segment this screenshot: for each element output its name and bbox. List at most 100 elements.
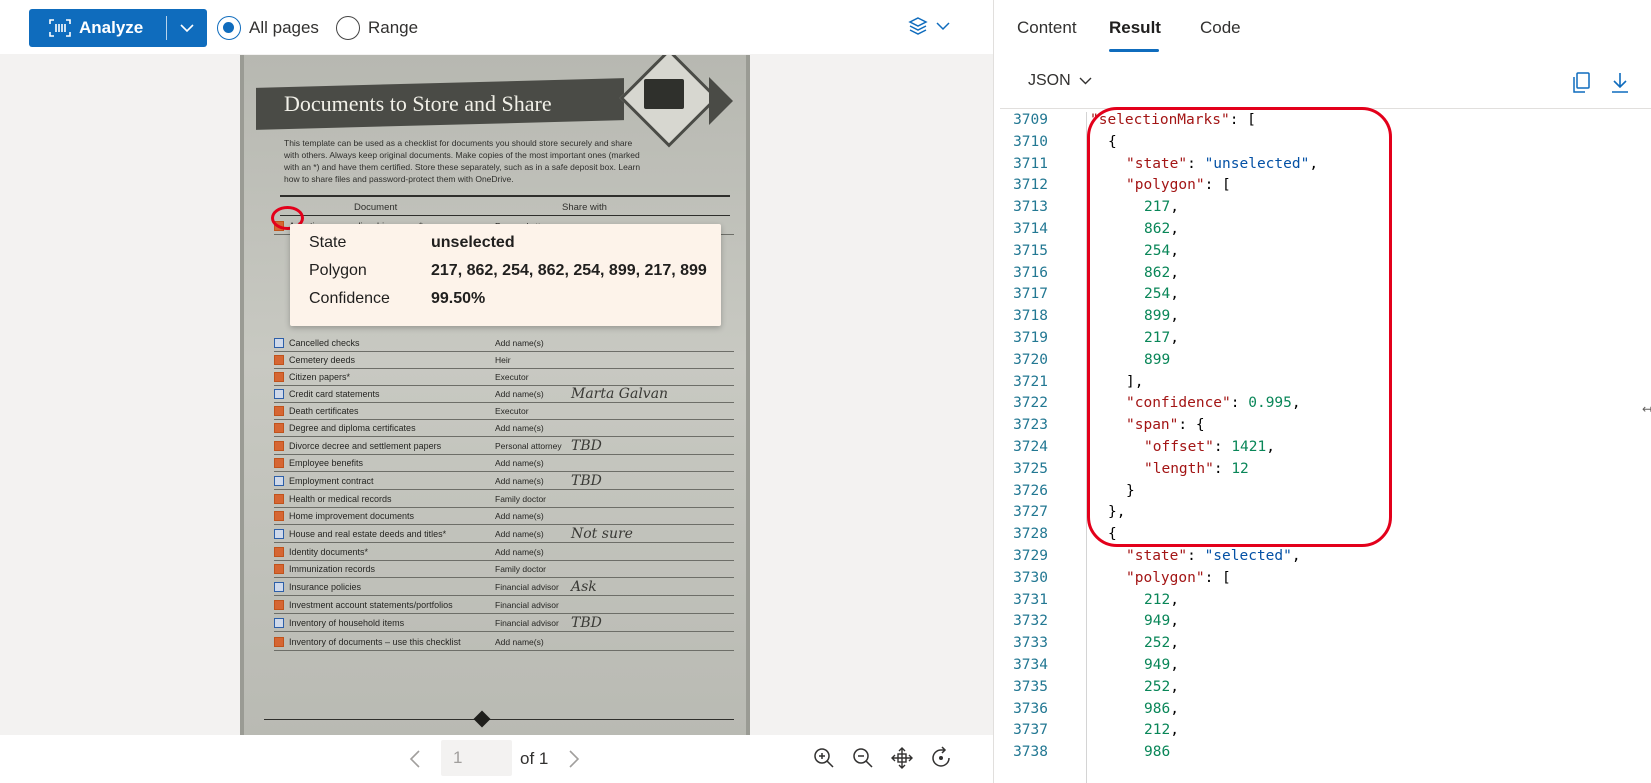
analyze-dropdown-button[interactable] [167, 9, 207, 47]
page-number-input[interactable]: 1 [441, 740, 512, 776]
line-number: 3729 [1013, 548, 1048, 564]
line-number: 3736 [1013, 700, 1048, 717]
code-token: , [1170, 635, 1179, 652]
previous-page-icon[interactable] [409, 749, 421, 769]
line-number: 3722 [1013, 395, 1048, 412]
resize-edge-icon[interactable]: ↤ [1642, 402, 1651, 416]
json-highlight-box [1087, 107, 1392, 547]
document-row-share: Add name(s) [495, 546, 544, 557]
folder-icon [644, 79, 684, 109]
rotate-icon[interactable] [929, 746, 953, 770]
document-row-share: Executor [495, 405, 529, 416]
document-row: Inventory of documents – use this checkl… [274, 633, 734, 651]
document-footer-rule [264, 719, 734, 720]
handwritten-note: Not sure [571, 525, 633, 542]
line-number: 3730 [1013, 569, 1048, 586]
document-row-name: Divorce decree and settlement papers [289, 440, 442, 451]
document-row-share: Financial advisor [495, 617, 559, 628]
radio-range-circle[interactable] [336, 16, 360, 40]
tooltip-state-value: unselected [431, 234, 515, 251]
document-checkbox [274, 599, 284, 610]
document-row: Death certificates Executor [274, 402, 734, 420]
document-row: Credit card statements Add name(s) Marta G… [274, 385, 734, 403]
code-text: 252, [1048, 635, 1179, 658]
code-token: "polygon" [1126, 569, 1205, 586]
document-checkbox [274, 371, 284, 382]
document-row-share: Add name(s) [495, 457, 544, 468]
code-text: 986, [1048, 701, 1179, 724]
line-number: 3714 [1013, 221, 1048, 237]
code-text: 212, [1048, 592, 1179, 615]
next-page-icon[interactable] [568, 749, 580, 769]
document-checkbox [274, 528, 284, 539]
document-rule [280, 215, 730, 216]
code-text: "state": "selected", [1048, 548, 1301, 571]
document-viewer[interactable]: Documents to Store and Share This templa… [0, 54, 993, 735]
arrow-graphic [709, 77, 733, 125]
document-checkbox [274, 422, 284, 433]
document-row-share: Add name(s) [495, 528, 544, 539]
line-number: 3720 [1013, 351, 1048, 368]
document-row: Citizen papers* Executor [274, 368, 734, 386]
document-row-share: Family doctor [495, 493, 547, 504]
code-token: , [1170, 722, 1179, 739]
document-row-name: Identity documents* [289, 546, 369, 557]
layers-menu-button[interactable] [908, 16, 950, 36]
radio-all-pages-circle[interactable] [217, 16, 241, 40]
document-row-name: Inventory of documents – use this checkl… [289, 636, 461, 647]
document-row: Home improvement documents Add name(s) [274, 507, 734, 525]
code-token: 949 [1144, 657, 1171, 673]
zoom-out-icon[interactable] [851, 746, 875, 770]
tooltip-confidence-row: Confidence 99.50% [309, 290, 485, 308]
zoom-in-icon[interactable] [812, 746, 836, 770]
document-row-share: Add name(s) [495, 388, 544, 399]
tab-content[interactable]: Content [1017, 18, 1077, 38]
handwritten-note: TBD [571, 472, 602, 489]
toolbar: Analyze All pages Range [0, 0, 993, 54]
document-row-share: Add name(s) [495, 510, 544, 521]
analyze-split-button[interactable]: Analyze [29, 9, 207, 47]
active-tab-indicator [1109, 49, 1159, 52]
tab-code[interactable]: Code [1200, 18, 1241, 38]
line-number: 3731 [1013, 591, 1048, 608]
code-token: : [ [1204, 569, 1231, 586]
line-number: 3733 [1013, 635, 1048, 652]
code-line: 3734 949, [1000, 657, 1651, 680]
copy-icon[interactable] [1571, 72, 1591, 94]
fit-to-page-icon[interactable] [890, 746, 914, 770]
download-icon[interactable] [1611, 72, 1629, 94]
analyze-icon [49, 19, 71, 37]
code-text: 212, [1048, 722, 1179, 745]
pane-divider[interactable] [993, 0, 994, 783]
document-checkbox [274, 337, 284, 348]
handwritten-note: Marta Galvan [571, 385, 669, 402]
document-checkbox [274, 617, 284, 628]
document-row: Insurance policies Financial advisor Ask [274, 578, 734, 596]
app-window: Analyze All pages Range Documents to Sto… [0, 0, 1651, 783]
document-checkbox [274, 493, 284, 504]
tab-result[interactable]: Result [1109, 18, 1161, 38]
analyze-label: Analyze [79, 18, 144, 37]
selection-mark-tooltip: State unselected Polygon 217, 862, 254, … [290, 224, 721, 326]
document-row-name: Insurance policies [289, 581, 362, 592]
line-number: 3735 [1013, 678, 1048, 695]
document-row: Inventory of household items Financial ad… [274, 614, 734, 632]
document-row: Employee benefits Add name(s) [274, 454, 734, 472]
radio-range[interactable]: Range [336, 15, 418, 41]
line-number: 3724 [1013, 439, 1048, 455]
document-checkbox [274, 388, 284, 399]
format-dropdown[interactable]: JSON [1028, 72, 1092, 90]
document-row-share: Financial advisor [495, 599, 559, 610]
analyze-button[interactable]: Analyze [29, 9, 166, 47]
code-token: 986 [1144, 700, 1171, 717]
layers-icon [908, 17, 928, 35]
document-row: Cancelled checks Add name(s) [274, 334, 734, 352]
line-number: 3710 [1013, 133, 1048, 150]
document-row-share: Financial advisor [495, 581, 559, 592]
code-token: , [1170, 613, 1179, 630]
document-checkbox [274, 510, 284, 521]
chevron-down-icon [936, 21, 950, 30]
code-text: 949, [1048, 613, 1179, 636]
radio-all-pages[interactable]: All pages [217, 15, 319, 41]
code-token: , [1170, 700, 1179, 717]
